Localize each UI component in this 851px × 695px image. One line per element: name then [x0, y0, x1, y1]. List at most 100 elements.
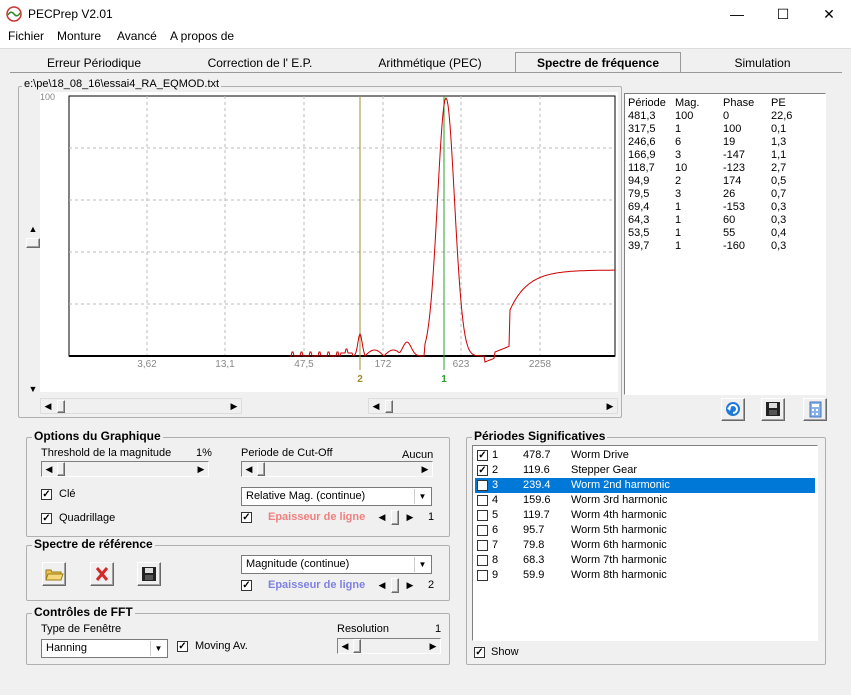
threshold-label: Threshold de la magnitude	[41, 447, 172, 459]
period-checkbox[interactable]	[477, 510, 488, 521]
table-cell: 3	[675, 188, 682, 200]
line2-left-icon[interactable]: ◀	[375, 578, 389, 592]
threshold-right-icon[interactable]: ▶	[194, 462, 208, 476]
list-item[interactable]: 3 239.4 Worm 2nd harmonic	[475, 478, 815, 493]
vscroll-down-icon[interactable]: ▼	[26, 382, 40, 396]
x-tick-label: 2258	[529, 359, 552, 370]
line1-right-icon[interactable]: ▶	[403, 510, 417, 524]
chevron-down-icon[interactable]: ▼	[414, 489, 430, 504]
plot-area	[68, 95, 616, 357]
cutoff-thumb[interactable]	[257, 462, 265, 476]
moving-av-checkbox[interactable]: ✓	[177, 641, 188, 652]
period-name: Worm 8th harmonic	[571, 569, 667, 581]
line1-left-icon[interactable]: ◀	[375, 510, 389, 524]
table-cell: 1,1	[771, 149, 787, 161]
resolution-left-icon[interactable]: ◀	[338, 639, 352, 653]
cle-checkbox[interactable]: ✓	[41, 489, 52, 500]
resolution-right-icon[interactable]: ▶	[426, 639, 440, 653]
period-checkbox[interactable]	[477, 480, 488, 491]
significant-list[interactable]: ✓ 1 478.7 Worm Drive ✓ 2 119.6 Stepper Gear 3 239…	[472, 445, 818, 641]
line2-checkbox[interactable]: ✓	[241, 580, 252, 591]
cutoff-slider[interactable]: ◀ ▶	[241, 461, 433, 477]
menu-apropos[interactable]: A propos de	[167, 29, 237, 43]
minimize-button[interactable]: —	[714, 0, 760, 28]
maximize-button[interactable]: ☐	[760, 0, 806, 28]
save-reference-button[interactable]	[137, 562, 161, 586]
line2-right-icon[interactable]: ▶	[403, 578, 417, 592]
tab-simulation[interactable]: Simulation	[685, 54, 840, 72]
period-period: 119.7	[523, 509, 550, 521]
tab-spectre[interactable]: Spectre de fréquence	[515, 52, 681, 73]
chart-hscroll-left[interactable]: ◀ ▶	[40, 398, 242, 414]
hscroll-right-icon[interactable]: ▶	[227, 399, 241, 413]
resolution-thumb[interactable]	[353, 639, 361, 653]
line1-checkbox[interactable]: ✓	[241, 512, 252, 523]
hscroll2-thumb[interactable]	[385, 400, 393, 413]
line2-stepper[interactable]: ◀ ▶	[375, 577, 425, 594]
close-button[interactable]: ✕	[806, 0, 851, 28]
period-checkbox[interactable]: ✓	[477, 465, 488, 476]
table-cell: 26	[723, 188, 736, 200]
list-item[interactable]: ✓ 1 478.7 Worm Drive	[475, 448, 815, 463]
table-cell: 39,7	[628, 240, 650, 252]
period-name: Worm 5th harmonic	[571, 524, 667, 536]
period-checkbox[interactable]	[477, 540, 488, 551]
period-table: Période Mag. Phase PE 481,3 100 0 22,6 317,5 1 100…	[624, 93, 826, 395]
chevron-down-icon[interactable]: ▼	[150, 641, 166, 656]
menu-fichier[interactable]: Fichier	[5, 29, 47, 43]
line2-thumb[interactable]	[391, 578, 399, 593]
menu-monture[interactable]: Monture	[54, 29, 104, 43]
hscroll-left-thumb[interactable]	[57, 400, 65, 413]
reference-combo[interactable]: Magnitude (continue) ▼	[241, 555, 432, 574]
resolution-value: 1	[435, 623, 442, 635]
period-checkbox[interactable]	[477, 525, 488, 536]
period-name: Worm 7th harmonic	[571, 554, 667, 566]
chevron-down-icon[interactable]: ▼	[414, 557, 430, 572]
hscroll2-left-icon[interactable]: ◀	[369, 399, 383, 413]
mag-combo[interactable]: Relative Mag. (continue) ▼	[241, 487, 432, 506]
list-item[interactable]: 5 119.7 Worm 4th harmonic	[475, 508, 815, 523]
table-cell: 0,3	[771, 201, 787, 213]
list-item[interactable]: 6 95.7 Worm 5th harmonic	[475, 523, 815, 538]
menu-avance[interactable]: Avancé	[114, 29, 160, 43]
tab-erreur-periodique[interactable]: Erreur Périodique	[14, 54, 174, 72]
list-item[interactable]: 4 159.6 Worm 3rd harmonic	[475, 493, 815, 508]
threshold-thumb[interactable]	[57, 462, 65, 476]
window-type-combo[interactable]: Hanning ▼	[41, 639, 168, 658]
hscroll-left-icon[interactable]: ◀	[41, 399, 55, 413]
cutoff-left-icon[interactable]: ◀	[242, 462, 256, 476]
delete-reference-button[interactable]	[90, 562, 114, 586]
period-checkbox[interactable]	[477, 555, 488, 566]
list-item[interactable]: ✓ 2 119.6 Stepper Gear	[475, 463, 815, 478]
save-table-button[interactable]	[761, 398, 785, 421]
delete-icon	[95, 567, 109, 581]
cutoff-right-icon[interactable]: ▶	[418, 462, 432, 476]
open-reference-button[interactable]	[42, 562, 66, 586]
calculator-button[interactable]	[803, 398, 827, 421]
vscroll-up-icon[interactable]: ▲	[26, 222, 40, 236]
resolution-slider[interactable]: ◀ ▶	[337, 638, 441, 654]
tab-correction[interactable]: Correction de l' E.P.	[180, 54, 340, 72]
chart-vscroll[interactable]: ▲ ▼	[25, 222, 41, 398]
refresh-button[interactable]	[721, 398, 745, 421]
x-tick-label: 623	[453, 359, 470, 370]
list-item[interactable]: 9 59.9 Worm 8th harmonic	[475, 568, 815, 583]
show-checkbox[interactable]: ✓	[474, 647, 485, 658]
line1-thumb[interactable]	[391, 510, 399, 525]
chart-hscroll-right[interactable]: ◀ ▶	[368, 398, 618, 414]
period-period: 159.6	[523, 494, 551, 506]
table-cell: 64,3	[628, 214, 650, 226]
window-type-label: Type de Fenêtre	[41, 623, 122, 635]
period-checkbox[interactable]	[477, 495, 488, 506]
threshold-slider[interactable]: ◀ ▶	[41, 461, 209, 477]
tab-arithmetique[interactable]: Arithmétique (PEC)	[350, 54, 510, 72]
list-item[interactable]: 7 79.8 Worm 6th harmonic	[475, 538, 815, 553]
vscroll-thumb[interactable]	[26, 238, 40, 248]
period-checkbox[interactable]: ✓	[477, 450, 488, 461]
hscroll2-right-icon[interactable]: ▶	[603, 399, 617, 413]
list-item[interactable]: 8 68.3 Worm 7th harmonic	[475, 553, 815, 568]
threshold-left-icon[interactable]: ◀	[42, 462, 56, 476]
grid-checkbox[interactable]: ✓	[41, 513, 52, 524]
period-checkbox[interactable]	[477, 570, 488, 581]
line1-stepper[interactable]: ◀ ▶	[375, 509, 425, 526]
